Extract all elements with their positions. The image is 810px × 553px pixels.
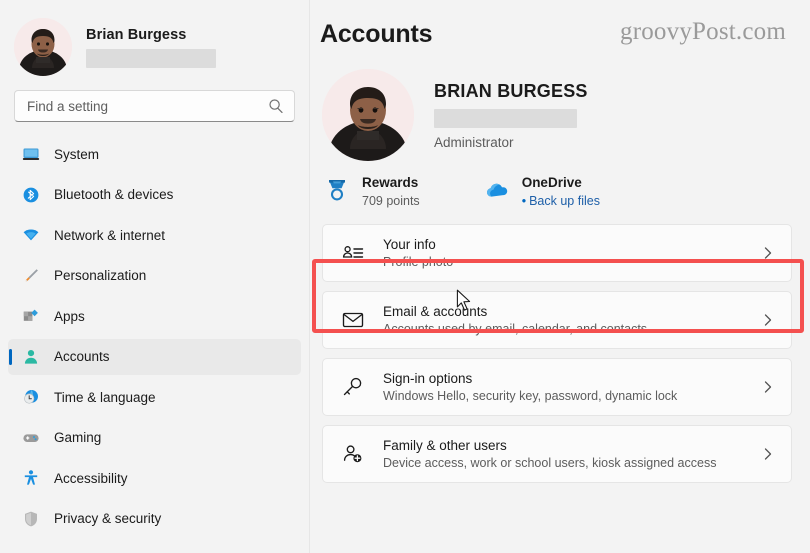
avatar-photo	[14, 18, 72, 76]
chevron-right-icon	[764, 381, 772, 393]
watermark: groovyPost.com	[620, 18, 786, 45]
settings-row-text: Sign-in options Windows Hello, security …	[383, 371, 761, 403]
quicklink-title: OneDrive	[521, 175, 582, 190]
sidebar-item-label: Network & internet	[54, 227, 166, 243]
sidebar-item-label: Apps	[54, 308, 85, 324]
profile-role: Administrator	[434, 135, 514, 150]
settings-row-title: Sign-in options	[383, 371, 473, 386]
quicklink-subtitle: 709 points	[362, 194, 420, 208]
settings-row-subtitle: Accounts used by email, calendar, and co…	[383, 322, 648, 336]
sidebar-account-header[interactable]: Brian Burgess	[0, 0, 309, 78]
shield-icon	[25, 511, 37, 526]
settings-row-sign-in-options[interactable]: Sign-in options Windows Hello, security …	[322, 358, 792, 416]
wifi-icon	[23, 229, 39, 241]
quicklink-subtitle-text: Back up files	[529, 194, 600, 208]
sidebar-item-label: Personalization	[54, 268, 147, 283]
sidebar-item-system[interactable]: System	[8, 136, 301, 172]
key-icon	[343, 377, 362, 396]
search-container: Find a setting	[0, 78, 309, 122]
settings-row-family-other-users[interactable]: Family & other users Device access, work…	[322, 425, 792, 483]
quicklink-title: Rewards	[362, 175, 419, 190]
sidebar-item-label: Accessibility	[54, 470, 128, 486]
sidebar-item-gaming[interactable]: Gaming	[8, 420, 301, 456]
bullet-icon: •	[521, 194, 527, 208]
quicklink-rewards[interactable]: Rewards 709 points	[324, 175, 420, 208]
envelope-icon	[342, 312, 364, 328]
avatar	[14, 18, 72, 76]
chevron-right-icon	[764, 448, 772, 460]
sidebar-item-label: Time & language	[54, 389, 156, 405]
profile-name: BRIAN BURGESS	[434, 81, 588, 101]
sidebar-item-privacy-security[interactable]: Privacy & security	[8, 501, 301, 537]
bluetooth-icon	[23, 187, 39, 202]
quicklink-onedrive[interactable]: OneDrive • Back up files	[484, 175, 600, 208]
quicklink-text: Rewards 709 points	[362, 175, 420, 208]
quicklink-text: OneDrive • Back up files	[522, 175, 600, 208]
profile-meta: BRIAN BURGESS Administrator	[434, 69, 588, 161]
chevron-right-icon	[764, 247, 772, 259]
cloud-icon	[486, 183, 507, 197]
chevron-right-icon	[764, 314, 772, 326]
main-content: groovyPost.com Accounts BRIAN BURGESS Ad…	[310, 0, 810, 553]
settings-row-text: Email & accounts Accounts used by email,…	[383, 304, 761, 336]
search-icon	[269, 99, 283, 113]
sidebar-account-email-redacted	[86, 48, 216, 68]
settings-row-subtitle: Windows Hello, security key, password, d…	[383, 389, 678, 403]
sidebar-item-network-internet[interactable]: Network & internet	[8, 217, 301, 253]
sidebar-item-bluetooth-devices[interactable]: Bluetooth & devices	[8, 177, 301, 213]
sidebar-item-label: Bluetooth & devices	[54, 187, 174, 202]
person-icon	[24, 349, 38, 364]
profile-email-redacted	[434, 109, 577, 128]
sidebar-item-label: Gaming	[54, 430, 102, 445]
globe-clock-icon	[24, 390, 38, 404]
gamepad-icon	[23, 433, 39, 442]
settings-row-title: Your info	[383, 237, 436, 252]
medal-icon	[329, 180, 345, 201]
sidebar-item-personalization[interactable]: Personalization	[8, 258, 301, 294]
sidebar-nav: System Bluetooth & devices Network & int…	[0, 136, 309, 537]
settings-row-your-info[interactable]: Your info Profile photo	[322, 224, 792, 282]
mouse-cursor	[456, 289, 471, 311]
settings-row-text: Your info Profile photo	[383, 237, 761, 269]
quicklinks: Rewards 709 points OneDrive • Back up fil…	[320, 175, 792, 208]
settings-row-subtitle: Profile photo	[383, 255, 454, 269]
paintbrush-icon	[25, 268, 38, 281]
sidebar-item-accounts[interactable]: Accounts	[8, 338, 301, 375]
avatar-photo	[322, 69, 414, 161]
profile-summary: BRIAN BURGESS Administrator	[320, 69, 792, 161]
settings-list: Your info Profile photo Email & accounts…	[320, 224, 792, 483]
settings-row-title: Email & accounts	[383, 304, 488, 319]
sidebar-account-meta: Brian Burgess	[86, 27, 216, 68]
settings-row-text: Family & other users Device access, work…	[383, 438, 761, 470]
sidebar-account-name: Brian Burgess	[86, 26, 187, 43]
settings-row-title: Family & other users	[383, 438, 507, 453]
sidebar-item-apps[interactable]: Apps	[8, 298, 301, 334]
sidebar-item-label: System	[54, 146, 100, 162]
sidebar: Brian Burgess Find a setting System Blue…	[0, 0, 310, 553]
search-placeholder: Find a setting	[27, 98, 109, 114]
sidebar-item-label: Privacy & security	[54, 511, 162, 526]
sidebar-item-label: Accounts	[54, 349, 110, 364]
settings-row-subtitle: Device access, work or school users, kio…	[383, 456, 717, 470]
sidebar-item-time-language[interactable]: Time & language	[8, 379, 301, 415]
person-add-icon	[343, 445, 362, 463]
settings-window: Brian Burgess Find a setting System Blue…	[0, 0, 810, 553]
contact-card-icon	[342, 246, 364, 258]
apps-icon	[23, 309, 38, 321]
system-icon	[22, 148, 40, 160]
profile-avatar[interactable]	[322, 69, 414, 161]
quicklink-subtitle[interactable]: • Back up files	[522, 194, 600, 208]
sidebar-item-accessibility[interactable]: Accessibility	[8, 460, 301, 496]
search-input[interactable]: Find a setting	[14, 90, 295, 122]
settings-row-email-accounts[interactable]: Email & accounts Accounts used by email,…	[322, 291, 792, 349]
accessibility-icon	[24, 470, 38, 485]
